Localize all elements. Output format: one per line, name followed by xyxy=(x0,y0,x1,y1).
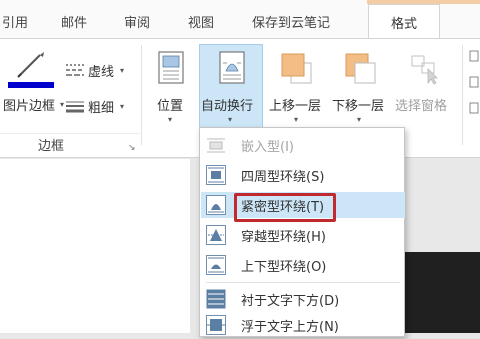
group-separator xyxy=(462,45,463,145)
tab-mailings[interactable]: 邮件 xyxy=(61,12,87,31)
selection-pane-button: 选择窗格 xyxy=(395,99,448,114)
send-backward-dropdown-icon[interactable]: ▾ xyxy=(357,115,361,124)
menu-item-label: 浮于文字上方(N) xyxy=(241,320,339,335)
tab-format[interactable]: 格式 xyxy=(368,4,441,39)
menu-item-label: 上下型环绕(O) xyxy=(241,260,327,275)
square-wrap-icon xyxy=(206,165,226,185)
wrap-text-icon xyxy=(218,51,246,85)
dashes-dropdown-icon[interactable]: ▾ xyxy=(120,66,124,75)
menu-item-square[interactable]: 四周型环绕(S) xyxy=(201,162,405,188)
menu-item-label: 四周型环绕(S) xyxy=(241,170,325,185)
border-group-label: 边框 xyxy=(38,139,65,154)
tab-view[interactable]: 视图 xyxy=(188,12,214,31)
through-wrap-icon xyxy=(206,225,226,245)
ribbon-tab-bar: 引用 邮件 审阅 视图 保存到云笔记 格式 xyxy=(0,0,480,39)
tab-review[interactable]: 审阅 xyxy=(124,12,150,31)
menu-item-through[interactable]: 穿越型环绕(H) xyxy=(201,222,405,248)
tab-save-to-cloud-notes[interactable]: 保存到云笔记 xyxy=(252,12,330,31)
menu-item-label: 嵌入型(I) xyxy=(241,140,294,155)
behind-text-icon xyxy=(206,289,226,309)
menu-item-label: 衬于文字下方(D) xyxy=(241,294,340,309)
picture-border-dropdown-icon[interactable]: ▾ xyxy=(60,100,64,109)
in-front-of-text-icon xyxy=(206,315,226,335)
menu-item-inline: 嵌入型(I) xyxy=(201,132,405,158)
highlight-annotation-box xyxy=(234,193,336,222)
dashes-icon xyxy=(66,61,84,76)
group-label-divider xyxy=(0,133,140,134)
picture-border-icon[interactable] xyxy=(6,51,52,81)
wrap-text-label: 自动换行 xyxy=(201,99,254,114)
weight-button[interactable]: 粗细 xyxy=(88,97,114,116)
weight-icon xyxy=(66,99,84,113)
bring-forward-dropdown-icon[interactable]: ▾ xyxy=(294,115,298,124)
menu-item-label: 穿越型环绕(H) xyxy=(241,230,326,245)
bring-forward-icon[interactable] xyxy=(281,53,313,85)
send-backward-icon[interactable] xyxy=(345,53,377,85)
menu-separator xyxy=(206,282,400,283)
menu-item-in-front-of-text[interactable]: 浮于文字上方(N) xyxy=(201,312,405,338)
position-dropdown-icon[interactable]: ▾ xyxy=(168,115,172,124)
align-icons-partial[interactable] xyxy=(468,49,480,119)
group-separator xyxy=(141,45,142,145)
selection-pane-icon xyxy=(410,53,442,85)
wrap-text-menu: 嵌入型(I) 四周型环绕(S) 紧密型环绕(T) 穿越型环绕(H) 上下型环绕(… xyxy=(199,127,405,337)
dialog-launcher-icon[interactable]: ↘ xyxy=(128,143,136,153)
position-button[interactable]: 位置 xyxy=(157,95,183,114)
menu-item-top-bottom[interactable]: 上下型环绕(O) xyxy=(201,252,405,278)
picture-border-color-swatch xyxy=(8,82,54,88)
top-bottom-wrap-icon xyxy=(206,255,226,275)
tab-references[interactable]: 引用 xyxy=(2,12,28,31)
wrap-text-dropdown-icon[interactable]: ▾ xyxy=(228,115,232,124)
dashes-button[interactable]: 虚线 xyxy=(88,61,114,80)
tight-wrap-icon xyxy=(206,195,226,215)
bring-forward-button[interactable]: 上移一层 xyxy=(269,95,321,114)
menu-item-behind-text[interactable]: 衬于文字下方(D) xyxy=(201,286,405,312)
inline-icon xyxy=(206,135,226,155)
weight-dropdown-icon[interactable]: ▾ xyxy=(120,102,124,111)
send-backward-button[interactable]: 下移一层 xyxy=(332,95,384,114)
dark-image-region xyxy=(400,252,480,333)
picture-border-button[interactable]: 图片边框 xyxy=(3,95,55,114)
position-icon[interactable] xyxy=(157,51,185,85)
document-page[interactable] xyxy=(0,159,190,333)
